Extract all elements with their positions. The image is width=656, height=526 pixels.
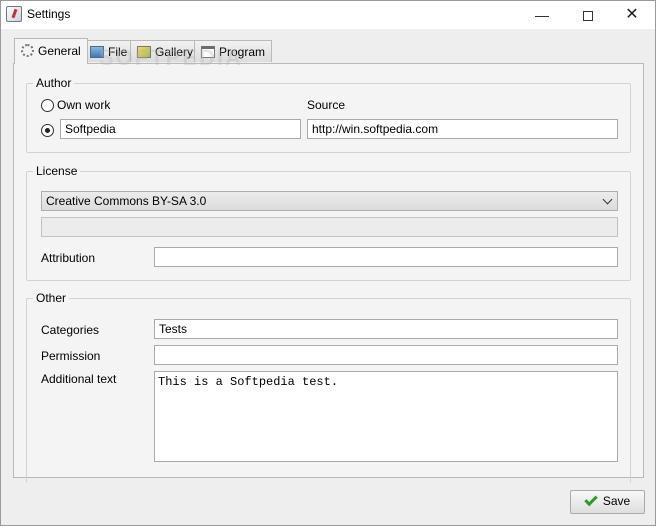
tab-file[interactable]: File xyxy=(83,40,135,62)
chevron-down-icon xyxy=(602,194,613,205)
author-radio[interactable] xyxy=(41,124,54,137)
check-icon xyxy=(584,492,598,507)
minimize-button[interactable]: — xyxy=(519,1,565,29)
author-group: Author Own work Source Softpedia http://… xyxy=(26,76,631,153)
maximize-icon xyxy=(583,11,593,22)
gear-icon xyxy=(21,44,34,57)
settings-window: Settings — ✕ SOFTPEDIA General File Gall… xyxy=(0,0,656,526)
other-group-title: Other xyxy=(33,291,70,305)
license-select-value: Creative Commons BY-SA 3.0 xyxy=(46,194,207,208)
author-input[interactable]: Softpedia xyxy=(60,119,301,139)
java-app-icon xyxy=(6,6,22,22)
source-label: Source xyxy=(307,98,346,112)
attribution-input[interactable] xyxy=(154,247,618,267)
gallery-icon xyxy=(137,46,151,58)
other-group: Other Categories Tests Permission Additi… xyxy=(26,291,631,483)
own-work-label: Own work xyxy=(57,98,111,112)
close-button[interactable]: ✕ xyxy=(609,1,655,29)
additional-text-area[interactable]: This is a Softpedia test. xyxy=(154,371,618,462)
license-group: License Creative Commons BY-SA 3.0 Attri… xyxy=(26,164,631,281)
tab-gallery-label: Gallery xyxy=(155,45,194,59)
permission-input[interactable] xyxy=(154,345,618,365)
window-title: Settings xyxy=(27,7,71,21)
categories-input[interactable]: Tests xyxy=(154,319,618,339)
title-bar: Settings — ✕ xyxy=(1,1,655,29)
tab-general[interactable]: General xyxy=(14,38,88,64)
license-detail-field xyxy=(41,217,618,237)
maximize-button[interactable] xyxy=(565,1,611,29)
additional-text-label: Additional text xyxy=(41,372,117,386)
save-button[interactable]: Save xyxy=(570,490,645,514)
tab-program-label: Program xyxy=(219,45,266,59)
tab-file-label: File xyxy=(108,45,128,59)
permission-label: Permission xyxy=(41,349,101,363)
general-tab-panel: Author Own work Source Softpedia http://… xyxy=(13,63,644,483)
tab-gallery[interactable]: Gallery xyxy=(130,40,201,62)
file-icon xyxy=(90,46,104,58)
source-input[interactable]: http://win.softpedia.com xyxy=(307,119,618,139)
program-icon xyxy=(201,46,215,58)
license-group-title: License xyxy=(33,164,81,178)
author-group-title: Author xyxy=(33,76,75,90)
save-button-label: Save xyxy=(602,494,631,508)
tab-general-label: General xyxy=(38,44,81,58)
own-work-radio[interactable] xyxy=(41,99,54,112)
license-select[interactable]: Creative Commons BY-SA 3.0 xyxy=(41,191,618,211)
tab-program[interactable]: Program xyxy=(194,40,273,62)
categories-label: Categories xyxy=(41,323,100,337)
attribution-label: Attribution xyxy=(41,251,96,265)
